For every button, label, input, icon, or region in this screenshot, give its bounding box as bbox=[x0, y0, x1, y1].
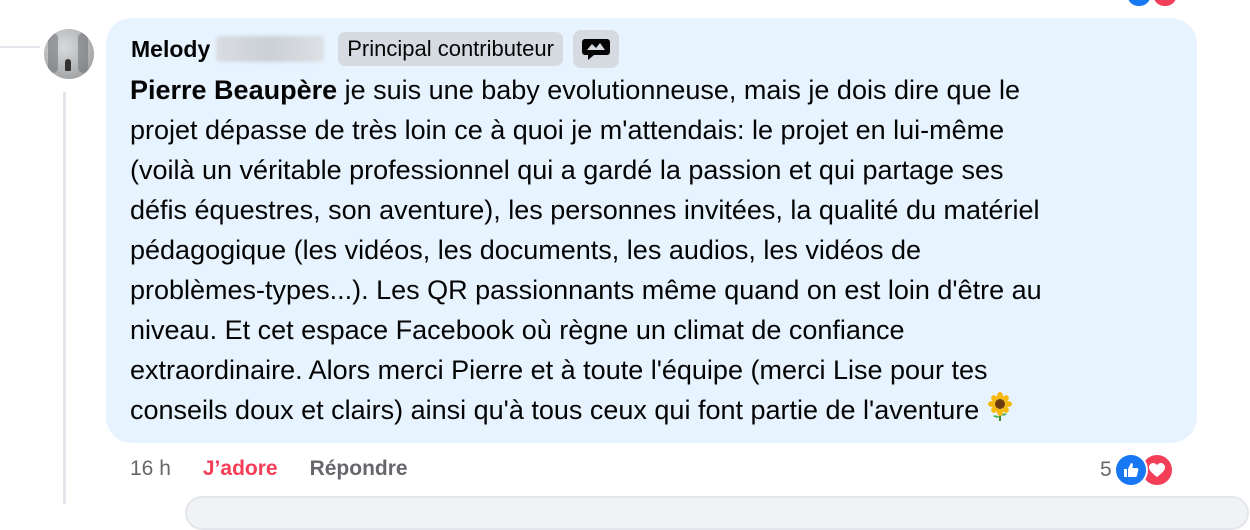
comment-line: défis équestres, son aventure), les pers… bbox=[130, 195, 1040, 225]
like-icon bbox=[1113, 453, 1148, 487]
avatar-figure bbox=[65, 59, 71, 71]
previous-comment-reactions[interactable] bbox=[1118, 0, 1188, 8]
avatar-tree bbox=[78, 33, 88, 73]
thread-connector bbox=[0, 46, 40, 48]
heart-icon bbox=[1152, 0, 1178, 8]
comment-line: (voilà un véritable professionnel qui a … bbox=[130, 155, 1004, 185]
author-name[interactable]: Melody bbox=[131, 36, 210, 63]
reaction-summary[interactable]: 5 bbox=[1100, 452, 1174, 488]
contributor-badge[interactable]: Principal contributeur bbox=[338, 32, 563, 66]
comment-line: niveau. Et cet espace Facebook où règne … bbox=[130, 315, 905, 345]
speech-bubble-icon[interactable] bbox=[572, 30, 619, 68]
next-comment bbox=[185, 496, 1249, 530]
mention-link[interactable]: Pierre Beaupère bbox=[130, 75, 337, 105]
author-name-redacted bbox=[216, 36, 325, 62]
timestamp[interactable]: 16 h bbox=[130, 457, 171, 481]
comment-line-text: je suis une baby evolutionneuse, mais je… bbox=[337, 75, 1021, 105]
comment-line: extraordinaire. Alors merci Pierre et à … bbox=[130, 355, 988, 385]
sunflower-icon bbox=[985, 392, 1015, 433]
comment-body: Pierre Beaupère je suis une baby evoluti… bbox=[130, 70, 1180, 433]
like-icon bbox=[1126, 0, 1152, 8]
comment-line: Pierre Beaupère je suis une baby evoluti… bbox=[130, 70, 1180, 110]
thread-line bbox=[63, 92, 66, 504]
comment-line: conseils doux et clairs) ainsi qu'à tous… bbox=[130, 390, 1180, 433]
comment-line: projet dépasse de très loin ce à quoi je… bbox=[130, 115, 1005, 145]
love-reaction-button[interactable]: J’adore bbox=[203, 457, 278, 481]
comment-header: Melody Principal contributeur bbox=[131, 30, 619, 68]
comment-line: problèmes-types...). Les QR passionnants… bbox=[130, 275, 1042, 305]
avatar[interactable] bbox=[44, 29, 94, 79]
avatar-tree bbox=[48, 33, 58, 73]
comment-actions: 16 h J’adore Répondre bbox=[130, 454, 408, 484]
reaction-count: 5 bbox=[1100, 458, 1112, 481]
reply-button[interactable]: Répondre bbox=[310, 457, 408, 481]
comment-line: pédagogique (les vidéos, les documents, … bbox=[130, 235, 921, 265]
comment-line-text: conseils doux et clairs) ainsi qu'à tous… bbox=[130, 395, 980, 425]
